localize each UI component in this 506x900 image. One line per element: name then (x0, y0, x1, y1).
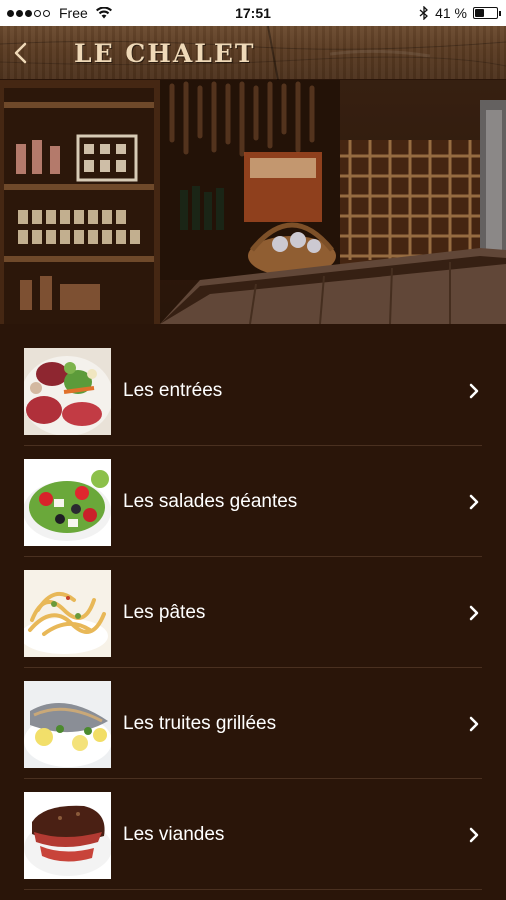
battery-percent: 41 % (435, 5, 467, 21)
item-label: Les entrées (123, 380, 223, 401)
status-right: 41 % (419, 5, 501, 21)
chevron-right-icon (469, 716, 479, 732)
chevron-right-icon (469, 494, 479, 510)
entrees-thumbnail (24, 348, 111, 435)
list-item-salades[interactable]: Les salades géantes (0, 446, 506, 557)
item-label: Les viandes (123, 824, 225, 845)
hero-image (0, 80, 506, 324)
item-label: Les pâtes (123, 602, 206, 623)
battery-icon (473, 7, 501, 19)
bluetooth-icon (419, 6, 429, 20)
divider (24, 889, 482, 890)
chevron-right-icon (469, 827, 479, 843)
item-label: Les truites grillées (123, 713, 277, 734)
list-item-pates[interactable]: Les pâtes (0, 557, 506, 668)
menu-list: Les entrées Les salades géantes Les pâte… (0, 335, 506, 890)
chevron-left-icon (14, 42, 27, 64)
truites-thumbnail (24, 681, 111, 768)
list-item-entrees[interactable]: Les entrées (0, 335, 506, 446)
chevron-right-icon (469, 605, 479, 621)
pates-thumbnail (24, 570, 111, 657)
page-title: LE CHALET (74, 39, 256, 68)
nav-header: LE CHALET (0, 26, 506, 80)
back-button[interactable] (6, 36, 34, 70)
list-item-viandes[interactable]: Les viandes (0, 779, 506, 890)
salades-thumbnail (24, 459, 111, 546)
item-label: Les salades géantes (123, 491, 298, 512)
battery-level (475, 9, 484, 17)
chevron-right-icon (469, 383, 479, 399)
viandes-thumbnail (24, 792, 111, 879)
list-item-truites[interactable]: Les truites grillées (0, 668, 506, 779)
status-bar: Free 17:51 41 % (0, 0, 506, 26)
